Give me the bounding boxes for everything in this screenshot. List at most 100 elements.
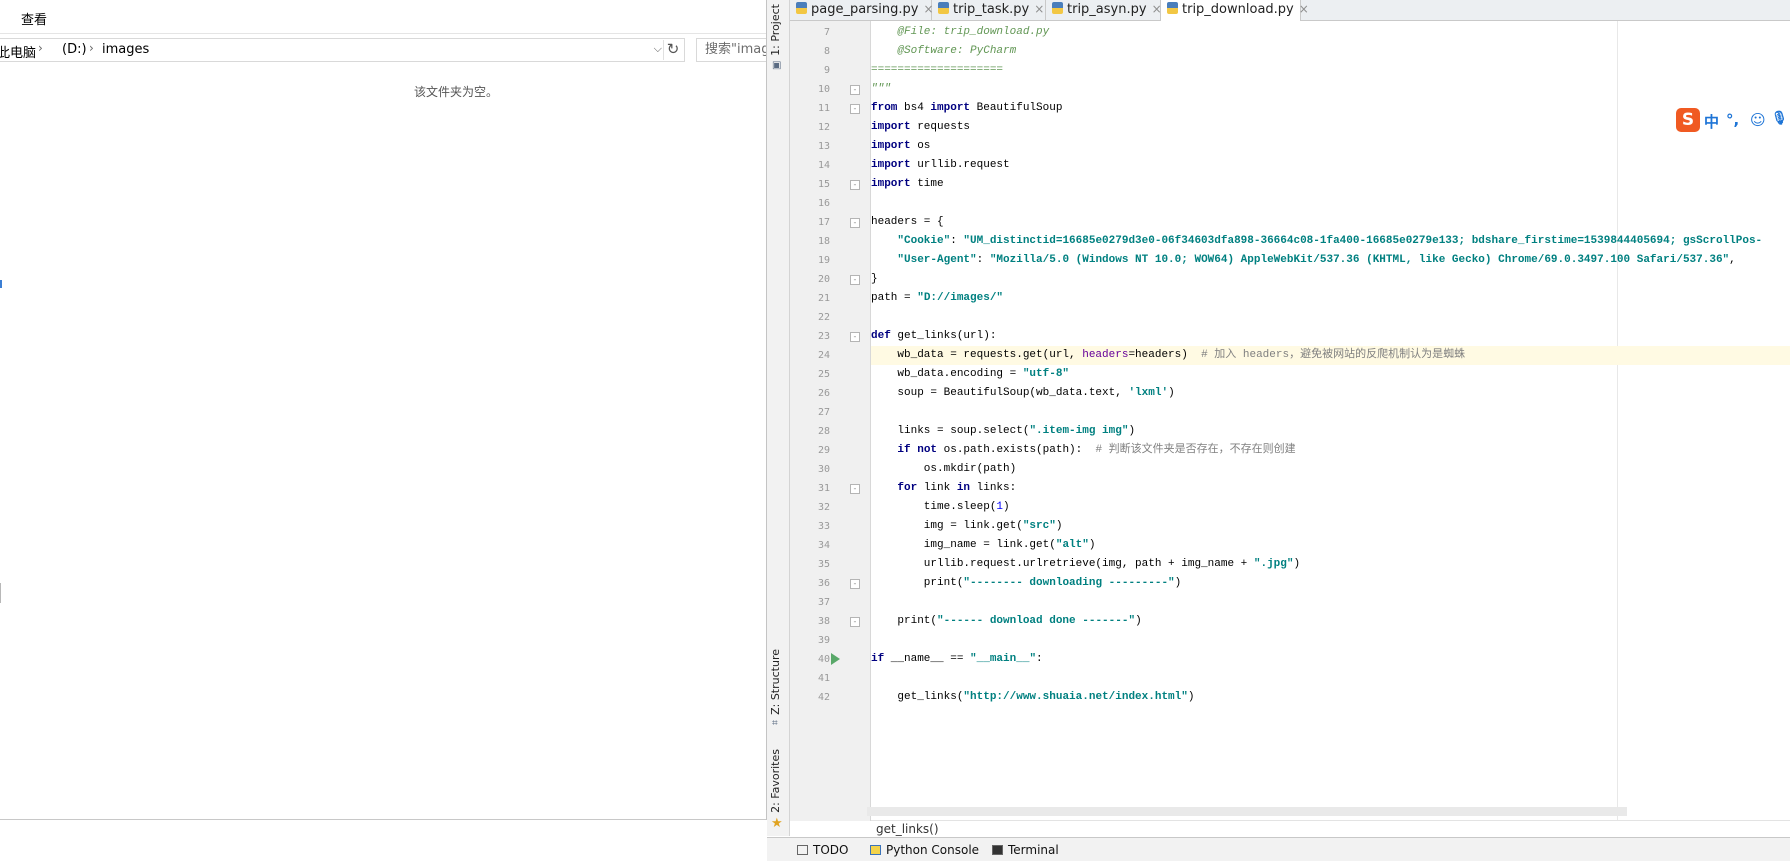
code-line[interactable]: time.sleep(1) [871, 498, 1010, 517]
ime-mode-toggle[interactable]: 中 [1704, 111, 1719, 132]
empty-folder-message: 该文件夹为空。 [414, 85, 499, 99]
code-line[interactable]: "User-Agent": "Mozilla/5.0 (Windows NT 1… [871, 251, 1735, 270]
code-line[interactable]: img_name = link.get("alt") [871, 536, 1096, 555]
address-bar[interactable]: 此电脑 › (D:) › images ⌵ ↻ [0, 38, 685, 62]
breadcrumb-this-pc[interactable]: 此电脑 [0, 42, 36, 61]
python-file-icon [1052, 2, 1063, 14]
code-line[interactable]: wb_data.encoding = "utf-8" [871, 365, 1069, 384]
editor-tab-bar: page_parsing.py × trip_task.py × trip_asyn… [790, 0, 1790, 21]
close-icon[interactable]: × [1299, 2, 1309, 16]
code-line[interactable]: import os [871, 137, 930, 156]
editor-breadcrumb[interactable]: get_links() [871, 820, 1790, 837]
tool-todo[interactable]: TODO [797, 843, 848, 857]
code-line[interactable]: import urllib.request [871, 156, 1010, 175]
refresh-icon[interactable]: ↻ [663, 40, 682, 60]
tool-window-project[interactable]: 1: Project [769, 4, 782, 56]
code-line[interactable]: from bs4 import BeautifulSoup [871, 99, 1062, 118]
breadcrumb-function[interactable]: get_links() [876, 822, 939, 836]
breadcrumb-drive-d[interactable]: (D:) [62, 42, 87, 57]
line-number: 37 [817, 597, 830, 608]
chevron-down-icon[interactable]: ⌵ [654, 42, 662, 56]
tab-page-parsing[interactable]: page_parsing.py × [790, 0, 934, 20]
run-icon[interactable] [831, 653, 840, 665]
python-console-icon [870, 845, 881, 855]
line-number: 26 [817, 388, 830, 399]
fold-toggle-icon[interactable]: - [850, 85, 860, 95]
code-line[interactable]: if __name__ == "__main__": [871, 650, 1043, 669]
fold-toggle-icon[interactable]: - [850, 617, 860, 627]
line-number: 16 [817, 198, 830, 209]
fold-toggle-icon[interactable]: - [850, 218, 860, 228]
line-number: 21 [817, 293, 830, 304]
tool-window-favorites[interactable]: 2: Favorites [769, 749, 782, 813]
structure-icon: ⌗ [772, 718, 778, 729]
code-line[interactable]: @File: trip_download.py [871, 23, 1049, 42]
ribbon-tab-view[interactable]: 查看 [21, 9, 47, 28]
fold-toggle-icon[interactable]: - [850, 104, 860, 114]
line-number: 38 [817, 616, 830, 627]
breadcrumb-images[interactable]: images [102, 42, 149, 57]
code-line[interactable]: os.mkdir(path) [871, 460, 1016, 479]
line-number: 32 [817, 502, 830, 513]
code-line[interactable]: "Cookie": "UM_distinctid=16685e0279d3e0-… [871, 232, 1762, 251]
line-number: 10 [817, 84, 830, 95]
fold-toggle-icon[interactable]: - [850, 180, 860, 190]
ime-punctuation-toggle[interactable]: °, [1726, 111, 1739, 129]
close-icon[interactable]: × [1034, 2, 1044, 16]
tool-window-structure[interactable]: Z: Structure [769, 649, 782, 715]
python-file-icon [938, 2, 949, 14]
code-line[interactable]: soup = BeautifulSoup(wb_data.text, 'lxml… [871, 384, 1174, 403]
line-number: 15 [817, 179, 830, 190]
bottom-tool-bar: TODO Python Console Terminal [767, 837, 1790, 861]
code-line[interactable]: wb_data = requests.get(url, headers=head… [871, 346, 1465, 365]
code-line[interactable]: get_links("http://www.shuaia.net/index.h… [871, 688, 1194, 707]
line-number: 18 [817, 236, 830, 247]
horizontal-scrollbar[interactable] [867, 807, 1627, 816]
line-number: 30 [817, 464, 830, 475]
code-line[interactable]: for link in links: [871, 479, 1016, 498]
code-line[interactable]: """ [871, 80, 891, 99]
tab-trip-download[interactable]: trip_download.py × [1161, 0, 1309, 21]
ime-toolbar[interactable]: S 中 °, ☺ 🎙 [1676, 108, 1790, 134]
code-line[interactable]: } [871, 270, 878, 289]
nav-pane-scroll-marker [0, 583, 1, 603]
code-line[interactable]: def get_links(url): [871, 327, 996, 346]
line-number: 8 [823, 46, 830, 57]
tab-trip-task[interactable]: trip_task.py × [932, 0, 1046, 20]
python-file-icon [796, 2, 807, 14]
fold-toggle-icon[interactable]: - [850, 332, 860, 342]
microphone-icon[interactable]: 🎙 [1771, 111, 1788, 126]
code-line[interactable]: links = soup.select(".item-img img") [871, 422, 1135, 441]
tab-trip-asyn[interactable]: trip_asyn.py × [1046, 0, 1162, 20]
code-line[interactable]: urllib.request.urlretrieve(img, path + i… [871, 555, 1300, 574]
chevron-right-icon[interactable]: › [89, 41, 94, 55]
line-number: 23 [817, 331, 830, 342]
star-icon: ★ [771, 816, 783, 831]
code-line[interactable]: print("-------- downloading ---------") [871, 574, 1181, 593]
code-line[interactable]: import time [871, 175, 944, 194]
code-line[interactable]: headers = { [871, 213, 944, 232]
code-line[interactable]: ==================== [871, 61, 1003, 80]
terminal-icon [992, 845, 1003, 855]
code-editor[interactable]: @File: trip_download.py @Software: PyCha… [871, 21, 1790, 821]
line-number: 31 [817, 483, 830, 494]
code-line[interactable]: print("------ download done -------") [871, 612, 1141, 631]
code-line[interactable]: img = link.get("src") [871, 517, 1063, 536]
code-line[interactable]: if not os.path.exists(path): # 判断该文件夹是否存… [871, 441, 1295, 460]
code-line[interactable]: path = "D://images/" [871, 289, 1003, 308]
tool-terminal[interactable]: Terminal [992, 843, 1059, 857]
tool-python-console[interactable]: Python Console [870, 843, 979, 857]
nav-pane-marker [0, 280, 2, 288]
code-line[interactable]: import requests [871, 118, 970, 137]
fold-toggle-icon[interactable]: - [850, 275, 860, 285]
chevron-right-icon[interactable]: › [38, 41, 43, 55]
line-number: 40 [817, 654, 830, 665]
sogou-logo-icon[interactable]: S [1676, 108, 1700, 132]
emoji-icon[interactable]: ☺ [1750, 111, 1766, 129]
fold-toggle-icon[interactable]: - [850, 484, 860, 494]
fold-toggle-icon[interactable]: - [850, 579, 860, 589]
code-line[interactable]: @Software: PyCharm [871, 42, 1016, 61]
pycharm-window: 1: Project ▣ Z: Structure ⌗ 2: Favorites… [767, 0, 1790, 861]
line-number: 11 [817, 103, 830, 114]
tab-label: trip_task.py [953, 2, 1030, 17]
